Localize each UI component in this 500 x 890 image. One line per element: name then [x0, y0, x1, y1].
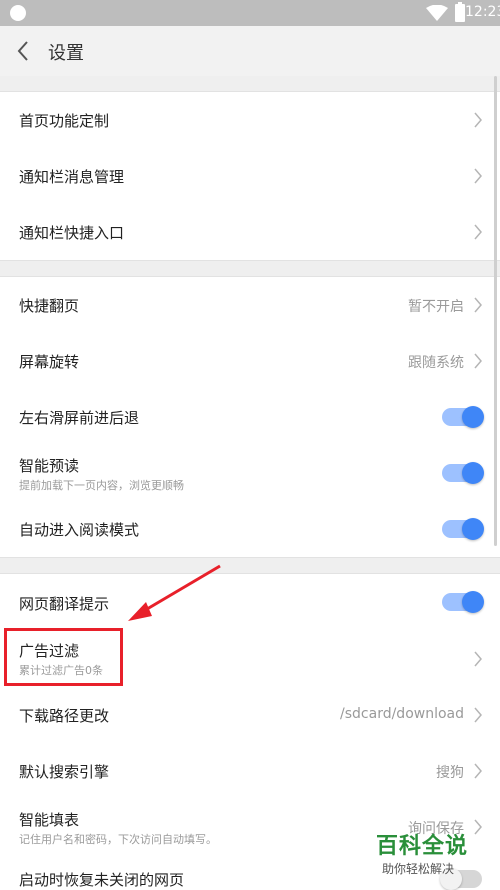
setting-label: 智能预读: [19, 457, 80, 475]
chevron-right-icon: [474, 224, 482, 240]
chevron-right-icon: [474, 112, 482, 128]
status-bar: 12:23: [0, 0, 500, 26]
chevron-right-icon: [474, 353, 482, 369]
setting-label: 启动时恢复未关闭的网页: [19, 871, 185, 889]
toggle-knob: [462, 462, 484, 484]
scrollbar[interactable]: [494, 76, 497, 546]
setting-description: 记住用户名和密码，下次访问自动填写。: [19, 833, 217, 846]
toggle-knob: [462, 591, 484, 613]
toggle-knob: [462, 518, 484, 540]
setting-download-path[interactable]: 下载路径更改 /sdcard/download: [0, 687, 500, 743]
setting-notification-messages[interactable]: 通知栏消息管理: [0, 148, 500, 204]
back-arrow-icon[interactable]: [14, 39, 34, 63]
setting-label: 自动进入阅读模式: [19, 521, 140, 539]
chevron-right-icon: [474, 763, 482, 779]
chevron-right-icon: [474, 707, 482, 723]
setting-swipe-navigation[interactable]: 左右滑屏前进后退: [0, 389, 500, 445]
setting-label: 快捷翻页: [19, 297, 80, 315]
settings-section-browsing: 快捷翻页 暂不开启 屏幕旋转 跟随系统 左右滑屏前进后退 智能预读 提前加载下一…: [0, 276, 500, 558]
ad-filter-highlight-box: [4, 628, 123, 686]
setting-label: 网页翻译提示: [19, 595, 110, 613]
setting-label: 首页功能定制: [19, 112, 110, 130]
setting-label: 屏幕旋转: [19, 353, 80, 371]
setting-smart-preload[interactable]: 智能预读 提前加载下一页内容，浏览更顺畅: [0, 445, 500, 501]
battery-icon: [455, 2, 465, 22]
setting-label: 下载路径更改: [19, 707, 110, 725]
page-title: 设置: [48, 43, 84, 64]
toggle-knob: [462, 406, 484, 428]
setting-value: 跟随系统: [408, 355, 464, 371]
smart-preload-toggle[interactable]: [442, 462, 484, 484]
status-time: 12:23: [465, 4, 500, 20]
chevron-right-icon: [474, 168, 482, 184]
setting-description: 提前加载下一页内容，浏览更顺畅: [19, 479, 184, 492]
watermark-subtitle: 助你轻松解决: [382, 862, 455, 876]
setting-label: 通知栏快捷入口: [19, 224, 125, 242]
setting-screen-rotation[interactable]: 屏幕旋转 跟随系统: [0, 333, 500, 389]
setting-label: 智能填表: [19, 811, 80, 829]
notification-dot-icon: [10, 5, 26, 21]
chevron-right-icon: [474, 651, 482, 667]
setting-home-customize[interactable]: 首页功能定制: [0, 92, 500, 148]
setting-default-search-engine[interactable]: 默认搜索引擎 搜狗: [0, 743, 500, 799]
setting-label: 左右滑屏前进后退: [19, 409, 140, 427]
swipe-navigation-toggle[interactable]: [442, 406, 484, 428]
setting-value: /sdcard/download: [340, 706, 464, 722]
setting-quick-page-turn[interactable]: 快捷翻页 暂不开启: [0, 277, 500, 333]
setting-translate-prompt[interactable]: 网页翻译提示: [0, 574, 500, 630]
setting-value: 暂不开启: [408, 299, 464, 315]
setting-value: 搜狗: [436, 765, 464, 781]
translate-prompt-toggle[interactable]: [442, 591, 484, 613]
setting-auto-reader-mode[interactable]: 自动进入阅读模式: [0, 501, 500, 557]
settings-section-general: 首页功能定制 通知栏消息管理 通知栏快捷入口: [0, 91, 500, 261]
app-bar: 设置: [0, 26, 500, 76]
setting-label: 通知栏消息管理: [19, 168, 125, 186]
chevron-right-icon: [474, 297, 482, 313]
setting-notification-shortcut[interactable]: 通知栏快捷入口: [0, 204, 500, 260]
watermark-logo: 百科全说 助你轻松解决: [376, 828, 500, 888]
wifi-icon: [426, 5, 448, 21]
setting-label: 默认搜索引擎: [19, 763, 110, 781]
auto-reader-mode-toggle[interactable]: [442, 518, 484, 540]
watermark-title: 百科全说: [376, 834, 469, 859]
